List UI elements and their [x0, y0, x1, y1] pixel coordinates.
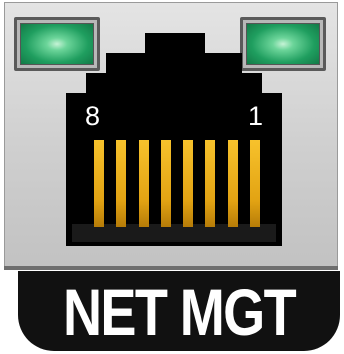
contact-pin-8 — [94, 140, 104, 227]
pin-8-label: 8 — [85, 101, 101, 131]
contact-pin-4 — [183, 140, 194, 227]
contact-pin-5 — [160, 140, 171, 227]
contact-pins — [94, 140, 260, 227]
contact-pin-2 — [227, 140, 238, 227]
contact-pin-1 — [249, 140, 260, 227]
pin-1-label: 1 — [248, 101, 264, 131]
contact-pin-7 — [116, 140, 127, 227]
contact-pin-6 — [138, 140, 149, 227]
port-label: NET MGT — [62, 275, 297, 349]
contact-pin-3 — [205, 140, 216, 227]
